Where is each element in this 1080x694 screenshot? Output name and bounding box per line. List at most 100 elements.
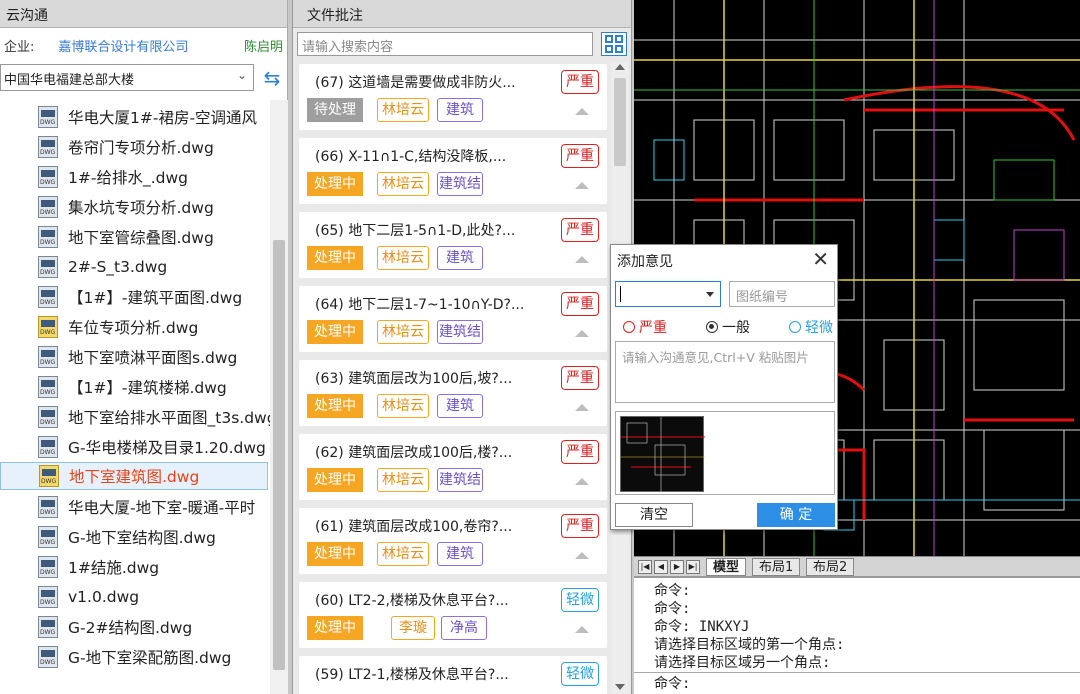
collapse-arrow-icon[interactable]: [575, 256, 589, 263]
file-list-scrollbar[interactable]: [270, 100, 288, 694]
collapse-arrow-icon[interactable]: [575, 404, 589, 411]
tab-nav[interactable]: |◀ ◀ ▶ ▶|: [638, 560, 700, 574]
annotation-card[interactable]: (59) LT2-1,楼梯及休息平台?... 轻微: [299, 656, 607, 694]
annotation-card[interactable]: (61) 建筑面层改成100,卷帘?... 严重 处理中 林培云 建筑: [299, 508, 607, 574]
assignee-tag: 林培云: [377, 542, 429, 566]
assignee-tag: 林培云: [377, 246, 429, 270]
annotation-card[interactable]: (64) 地下二层1-7~1-10∩Y-D?... 严重 处理中 林培云 建筑结: [299, 286, 607, 352]
file-item[interactable]: 地下室管综叠图.dwg: [38, 223, 270, 251]
command-line: 命令:: [654, 583, 691, 599]
command-window[interactable]: 命令: 命令: 命令: INKXYJ 请选择目标区域的第一个角点: 请选择目标区…: [634, 576, 1080, 694]
scroll-up-icon[interactable]: [615, 64, 625, 70]
file-name: G-2#结构图.dwg: [68, 619, 193, 637]
file-item[interactable]: 【1#】-建筑楼梯.dwg: [38, 373, 270, 401]
dwg-file-icon: [39, 465, 59, 487]
user-name[interactable]: 陈启明: [244, 36, 283, 55]
dwg-file-icon: [38, 616, 58, 638]
collapse-arrow-icon[interactable]: [575, 330, 589, 337]
dwg-file-icon: [38, 406, 58, 428]
file-item[interactable]: 1#-给排水_.dwg: [38, 163, 270, 191]
scrollbar-thumb[interactable]: [273, 240, 285, 670]
file-item[interactable]: G-地下室结构图.dwg: [38, 523, 270, 551]
assignee-tag: 李璇: [391, 616, 435, 640]
discipline-combo[interactable]: [615, 281, 721, 307]
tab-layout2[interactable]: 布局2: [806, 558, 855, 576]
assignee-tag: 林培云: [377, 320, 429, 344]
file-item[interactable]: 华电大厦1#-裙房-空调通风: [38, 103, 270, 131]
file-item[interactable]: v1.0.dwg: [38, 583, 270, 611]
scroll-down-icon[interactable]: [615, 684, 625, 690]
status-badge: 处理中: [307, 246, 363, 270]
file-name: 华电大厦-地下室-暖通-平时: [68, 499, 256, 517]
annotation-card[interactable]: (63) 建筑面层改为100后,坡?... 严重 处理中 林培云 建筑: [299, 360, 607, 426]
severity-radio-normal[interactable]: 一般: [706, 317, 750, 337]
annotation-card[interactable]: (67) 这道墙是需要做成非防火... 严重 待处理 林培云 建筑: [299, 64, 607, 130]
file-name: 地下室管综叠图.dwg: [68, 229, 214, 247]
severity-radio-mild[interactable]: 轻微: [789, 317, 833, 337]
severity-radio-severe[interactable]: 严重: [623, 317, 667, 337]
file-item[interactable]: G-华电楼梯及目录1.20.dwg: [38, 433, 270, 461]
dwg-file-icon: [38, 556, 58, 578]
file-item[interactable]: 华电大厦-地下室-暖通-平时: [38, 493, 270, 521]
file-item[interactable]: G-2#结构图.dwg: [38, 613, 270, 641]
close-icon[interactable]: ✕: [812, 247, 829, 271]
status-badge: 处理中: [307, 320, 363, 344]
annotation-card[interactable]: (65) 地下二层1-5∩1-D,此处?... 严重 处理中 林培云 建筑: [299, 212, 607, 278]
annotation-card[interactable]: (62) 建筑面层改成100后,楼?... 严重 处理中 林培云 建筑结: [299, 434, 607, 500]
text-caret: [620, 286, 621, 302]
attached-image-area[interactable]: [615, 411, 835, 495]
search-input[interactable]: 请输入搜索内容: [297, 32, 593, 56]
file-name: 1#结施.dwg: [68, 559, 160, 577]
annotation-card[interactable]: (66) X-11∩1-C,结构没降板,... 严重 处理中 林培云 建筑结: [299, 138, 607, 204]
file-list: 华电大厦1#-裙房-空调通风 卷帘门专项分析.dwg 1#-给排水_.dwg 集…: [0, 100, 270, 694]
discipline-tag: 净高: [441, 616, 487, 640]
company-name[interactable]: 嘉博联合设计有限公司: [58, 36, 188, 55]
file-item[interactable]: 集水坑专项分析.dwg: [38, 193, 270, 221]
dwg-file-icon: [38, 286, 58, 308]
file-name: 车位专项分析.dwg: [68, 319, 199, 337]
sync-icon[interactable]: ⇆: [260, 66, 284, 90]
collapse-arrow-icon[interactable]: [575, 108, 589, 115]
comment-textarea[interactable]: 请输入沟通意见,Ctrl+V 粘贴图片: [615, 341, 835, 403]
tab-model[interactable]: 模型: [706, 558, 747, 576]
annotation-card[interactable]: (60) LT2-2,楼梯及休息平台?... 轻微 处理中 李璇 净高: [299, 582, 607, 648]
collapse-arrow-icon[interactable]: [575, 626, 589, 633]
file-item[interactable]: 车位专项分析.dwg: [38, 313, 270, 341]
confirm-button[interactable]: 确 定: [757, 503, 835, 527]
command-line: 命令: INKXYJ: [654, 619, 750, 635]
collapse-arrow-icon[interactable]: [575, 552, 589, 559]
dialog-title: 添加意见: [617, 254, 673, 270]
file-item[interactable]: 【1#】-建筑平面图.dwg: [38, 283, 270, 311]
file-item-selected[interactable]: 地下室建筑图.dwg: [0, 462, 268, 490]
scrollbar-thumb[interactable]: [614, 78, 626, 166]
file-item[interactable]: 地下室喷淋平面图s.dwg: [38, 343, 270, 371]
screenshot-thumbnail[interactable]: [620, 416, 705, 493]
file-item[interactable]: 2#-S_t3.dwg: [38, 253, 270, 281]
file-item[interactable]: G-地下室梁配筋图.dwg: [38, 643, 270, 671]
command-input[interactable]: 命令:: [634, 672, 1080, 694]
dwg-file-icon: [38, 436, 58, 458]
annotation-title: (61) 建筑面层改成100,卷帘?...: [315, 519, 513, 535]
clear-button[interactable]: 清空: [615, 503, 693, 527]
file-item[interactable]: 1#结施.dwg: [38, 553, 270, 581]
panel-title: 云沟通: [0, 0, 287, 28]
discipline-tag: 建筑结: [437, 320, 483, 344]
file-name: v1.0.dwg: [68, 588, 140, 606]
building-value: 中国华电福建总部大楼: [4, 73, 135, 88]
chevron-down-icon[interactable]: [706, 292, 714, 297]
file-item[interactable]: 地下室给排水平面图_t3s.dwg: [38, 403, 270, 431]
grid-view-icon[interactable]: [601, 32, 627, 56]
cloud-comm-panel: 云沟通 企业: 嘉博联合设计有限公司 陈启明 中国华电福建总部大楼 ⌄ ⇆ 华电…: [0, 0, 288, 694]
file-name: 1#-给排水_.dwg: [68, 169, 188, 187]
file-item[interactable]: 卷帘门专项分析.dwg: [38, 133, 270, 161]
collapse-arrow-icon[interactable]: [575, 478, 589, 485]
dwg-file-icon: [38, 526, 58, 548]
collapse-arrow-icon[interactable]: [575, 182, 589, 189]
discipline-tag: 建筑结: [437, 172, 483, 196]
drawing-number-input[interactable]: 图纸编号: [729, 281, 835, 307]
tab-layout1[interactable]: 布局1: [752, 558, 801, 576]
dwg-file-icon: [38, 496, 58, 518]
dwg-file-icon: [38, 196, 58, 218]
building-select[interactable]: 中国华电福建总部大楼 ⌄: [0, 64, 254, 91]
status-badge: 待处理: [307, 98, 363, 122]
